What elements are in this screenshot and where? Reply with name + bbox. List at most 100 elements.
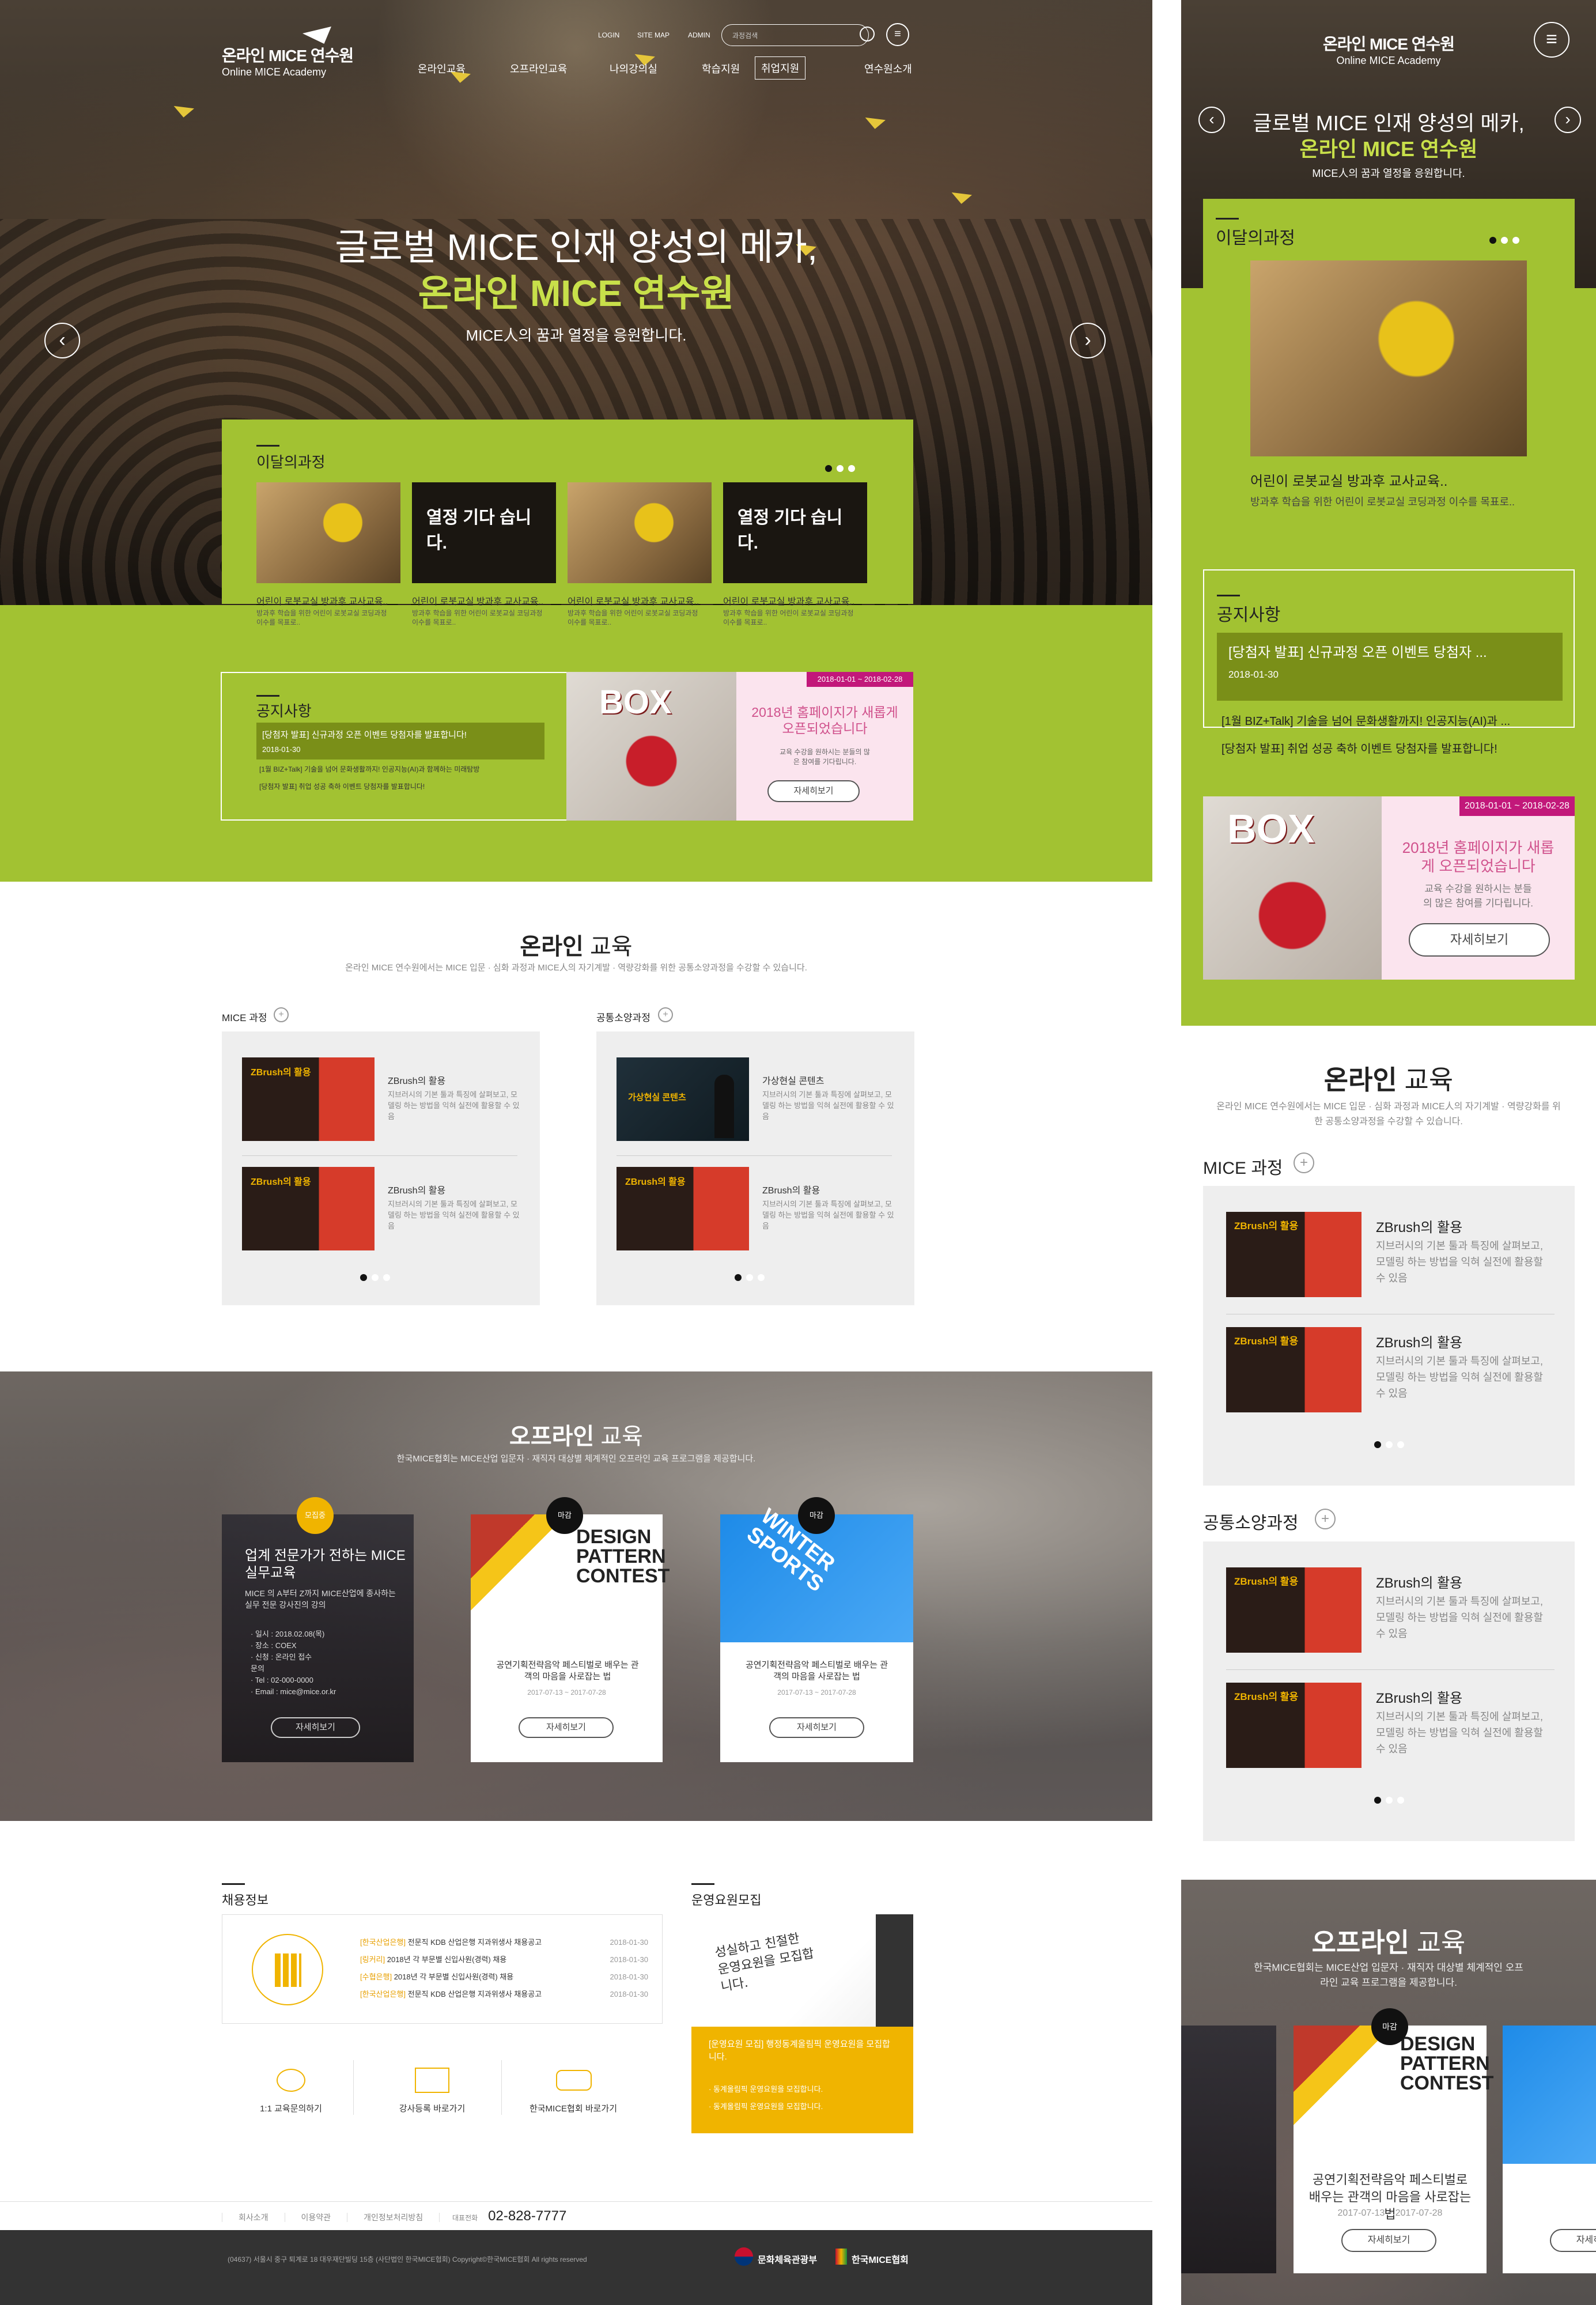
course-title[interactable]: ZBrush의 활용 [1376, 1216, 1462, 1236]
offline-title-light: 교육 [1416, 1928, 1466, 1958]
offline-detail-button[interactable]: 자세히보기 [769, 1717, 864, 1738]
prev-arrow-icon[interactable]: ‹ [44, 323, 80, 358]
recruit-item: · 동계올림픽 운영요원을 모집합니다. [709, 2102, 823, 2111]
prev-arrow-icon[interactable]: ‹ [1198, 107, 1225, 133]
monthly-thumb-2[interactable]: 열정 기다 습니다. [412, 482, 556, 583]
instructor-icon[interactable] [415, 2068, 449, 2093]
nav-offline[interactable]: 오프라인교육 [510, 61, 567, 76]
mobile-notice-item[interactable]: [1월 BIZ+Talk] 기술을 넘어 문화생활까지! 인공지능(AI)과 .… [1221, 712, 1510, 728]
monthly-thumb-4[interactable]: 열정 기다 습니다. [723, 482, 867, 583]
course-thumb[interactable]: ZBrush의 활용 [617, 1167, 749, 1250]
common-dots[interactable] [735, 1274, 769, 1284]
offline-detail-button[interactable]: 자세히보기 [519, 1717, 614, 1738]
footer-logo-ministry[interactable]: 문화체육관광부 [758, 2252, 817, 2266]
notice-item[interactable]: [1월 BIZ+Talk] 기술을 넘어 문화생활까지! 인공지능(AI)과 함… [259, 764, 479, 774]
course-thumb[interactable]: ZBrush의 활용 [1226, 1327, 1361, 1412]
monthly-item-title[interactable]: 어린이 로봇교실 방과후 교사교육.. [412, 594, 556, 607]
site-logo[interactable]: 온라인 MICE 연수원 Online MICE Academy [222, 43, 354, 78]
course-thumb[interactable]: ZBrush의 활용 [1226, 1212, 1361, 1297]
login-link[interactable]: LOGIN [598, 31, 619, 39]
info-line: · 장소 : COEX [251, 1641, 297, 1650]
offline-detail-button[interactable]: 자세히보기 [1341, 2229, 1436, 2252]
nav-jobs[interactable]: 취업지원 [755, 56, 806, 80]
inquiry-icon[interactable] [277, 2069, 305, 2092]
quick-inquiry-link[interactable]: 1:1 교육문의하기 [245, 2102, 337, 2114]
jobs-list: [한국산업은행] 전문직 KDB 산업은행 지과위생사 채용공고 2018-01-… [360, 1934, 648, 2003]
job-tag: [수협은행] [360, 1973, 392, 1981]
next-arrow-icon[interactable]: › [1555, 107, 1581, 133]
menu-icon[interactable]: ≡ [886, 23, 909, 46]
common-more-icon[interactable]: + [1315, 1509, 1336, 1529]
search-input[interactable]: 과정검색 [721, 24, 869, 46]
nav-online[interactable]: 온라인교육 [418, 61, 466, 76]
monthly-thumb-3[interactable] [568, 482, 712, 583]
mobile-banner-title: 2018년 홈페이지가 새롭게 오픈되었습니다 [1402, 839, 1555, 875]
quick-association-link[interactable]: 한국MICE협회 바로가기 [519, 2102, 628, 2114]
course-title[interactable]: ZBrush의 활용 [1376, 1331, 1462, 1351]
mobile-monthly-item-title[interactable]: 어린이 로봇교실 방과후 교사교육.. [1250, 470, 1447, 490]
nav-support[interactable]: 학습지원 [702, 61, 740, 76]
common-more-icon[interactable]: + [658, 1007, 673, 1022]
mice-more-icon[interactable]: + [274, 1007, 289, 1022]
offline-title-bold: 오프라인 [1311, 1928, 1409, 1958]
notice-item[interactable]: [당첨자 발표] 취업 성공 축하 이벤트 당첨자를 발표합니다! [259, 781, 425, 791]
mobile-mice-label: MICE 과정 [1203, 1159, 1283, 1178]
hero-title-accent: 온라인 MICE 연수원 [418, 273, 735, 314]
job-text: 2018년 각 부문별 신입사원(경력) 채용 [387, 1955, 507, 1964]
course-thumb[interactable]: ZBrush의 활용 [242, 1057, 375, 1141]
search-icon[interactable] [860, 27, 875, 41]
mobile-offline-card-1[interactable] [1181, 2026, 1276, 2273]
mice-dots[interactable] [360, 1274, 395, 1284]
next-arrow-icon[interactable]: › [1070, 323, 1106, 358]
mice-more-icon[interactable]: + [1294, 1152, 1314, 1173]
footer-logo-association[interactable]: 한국MICE협회 [852, 2252, 909, 2266]
course-thumb[interactable]: ZBrush의 활용 [1226, 1683, 1361, 1768]
job-item[interactable]: [링커리] 2018년 각 부문별 신입사원(경력) 채용 2018-01-30 [360, 1951, 648, 1968]
course-title[interactable]: ZBrush의 활용 [388, 1073, 445, 1087]
course-thumb[interactable]: ZBrush의 활용 [1226, 1567, 1361, 1653]
mobile-online-desc: 온라인 MICE 연수원에서는 MICE 입문 · 심화 과정과 MICE人의 … [1216, 1102, 1561, 1127]
nav-classroom[interactable]: 나의강의실 [610, 61, 657, 76]
course-title[interactable]: ZBrush의 활용 [1376, 1571, 1462, 1592]
footer-terms-link[interactable]: 이용약관 [284, 2213, 347, 2222]
offline-card-title: 업계 전문가가 전하는 MICE 실무교육 [245, 1548, 406, 1581]
mobile-banner-button[interactable]: 자세히보기 [1409, 923, 1550, 957]
course-thumb[interactable]: 가상현실 콘텐츠 [617, 1057, 749, 1141]
notice-featured[interactable]: [당첨자 발표] 신규과정 오픈 이벤트 당첨자를 발표합니다! 2018-01… [256, 723, 544, 759]
recruit-box[interactable]: [운영요원 모집] 행정동계올림픽 운영요원을 모집합니다. · 동계올림픽 운… [691, 2027, 913, 2133]
job-item[interactable]: [한국산업은행] 전문직 KDB 산업은행 지과위생사 채용공고 2018-01-… [360, 1986, 648, 2003]
monthly-item-title[interactable]: 어린이 로봇교실 방과후 교사교육.. [723, 594, 867, 607]
monthly-dots[interactable] [825, 464, 860, 475]
mobile-common-dots[interactable] [1374, 1796, 1409, 1807]
mobile-notice-item[interactable]: [당첨자 발표] 취업 성공 축하 이벤트 당첨자를 발표합니다! [1221, 739, 1497, 756]
handshake-icon[interactable] [556, 2070, 592, 2091]
offline-detail-button[interactable]: 자세히보기 [1550, 2229, 1596, 2252]
course-title[interactable]: ZBrush의 활용 [1376, 1687, 1462, 1707]
offline-card-date: 2017-07-13 ~ 2017-07-28 [777, 1688, 856, 1696]
online-desc: 온라인 MICE 연수원에서는 MICE 입문 · 심화 과정과 MICE人의 … [345, 963, 807, 973]
sitemap-link[interactable]: SITE MAP [637, 31, 670, 39]
course-title[interactable]: ZBrush의 활용 [762, 1182, 820, 1196]
mobile-mice-dots[interactable] [1374, 1441, 1409, 1451]
monthly-item-title[interactable]: 어린이 로봇교실 방과후 교사교육.. [568, 594, 712, 607]
footer-company-link[interactable]: 회사소개 [222, 2213, 285, 2222]
mobile-menu-icon[interactable]: ≡ [1534, 22, 1569, 58]
mobile-monthly-thumb[interactable] [1250, 260, 1527, 456]
course-title[interactable]: ZBrush의 활용 [388, 1182, 445, 1196]
offline-detail-button[interactable]: 자세히보기 [271, 1717, 360, 1738]
mobile-notice-featured[interactable]: [당첨자 발표] 신규과정 오픈 이벤트 당첨자 ... 2018-01-30 [1217, 633, 1563, 701]
admin-link[interactable]: ADMIN [688, 31, 710, 39]
banner-detail-button[interactable]: 자세히보기 [767, 780, 860, 802]
job-item[interactable]: [수협은행] 2018년 각 부문별 신입사원(경력) 채용 2018-01-30 [360, 1968, 648, 1986]
box-text: BOX [599, 683, 672, 721]
mobile-monthly-dots[interactable] [1489, 236, 1524, 247]
monthly-thumb-1[interactable] [256, 482, 400, 583]
course-title[interactable]: 가상현실 콘텐츠 [762, 1073, 825, 1087]
nav-about[interactable]: 연수원소개 [864, 61, 912, 76]
quick-instructor-link[interactable]: 강사등록 바로가기 [386, 2102, 478, 2114]
monthly-item-title[interactable]: 어린이 로봇교실 방과후 교사교육.. [256, 594, 400, 607]
course-thumb[interactable]: ZBrush의 활용 [242, 1167, 375, 1250]
footer-privacy-link[interactable]: 개인정보처리방침 [347, 2213, 440, 2222]
offline-card-info: · 일시 : 2018.02.08(목) · 장소 : COEX · 신청 : … [251, 1628, 336, 1698]
job-item[interactable]: [한국산업은행] 전문직 KDB 산업은행 지과위생사 채용공고 2018-01-… [360, 1934, 648, 1951]
